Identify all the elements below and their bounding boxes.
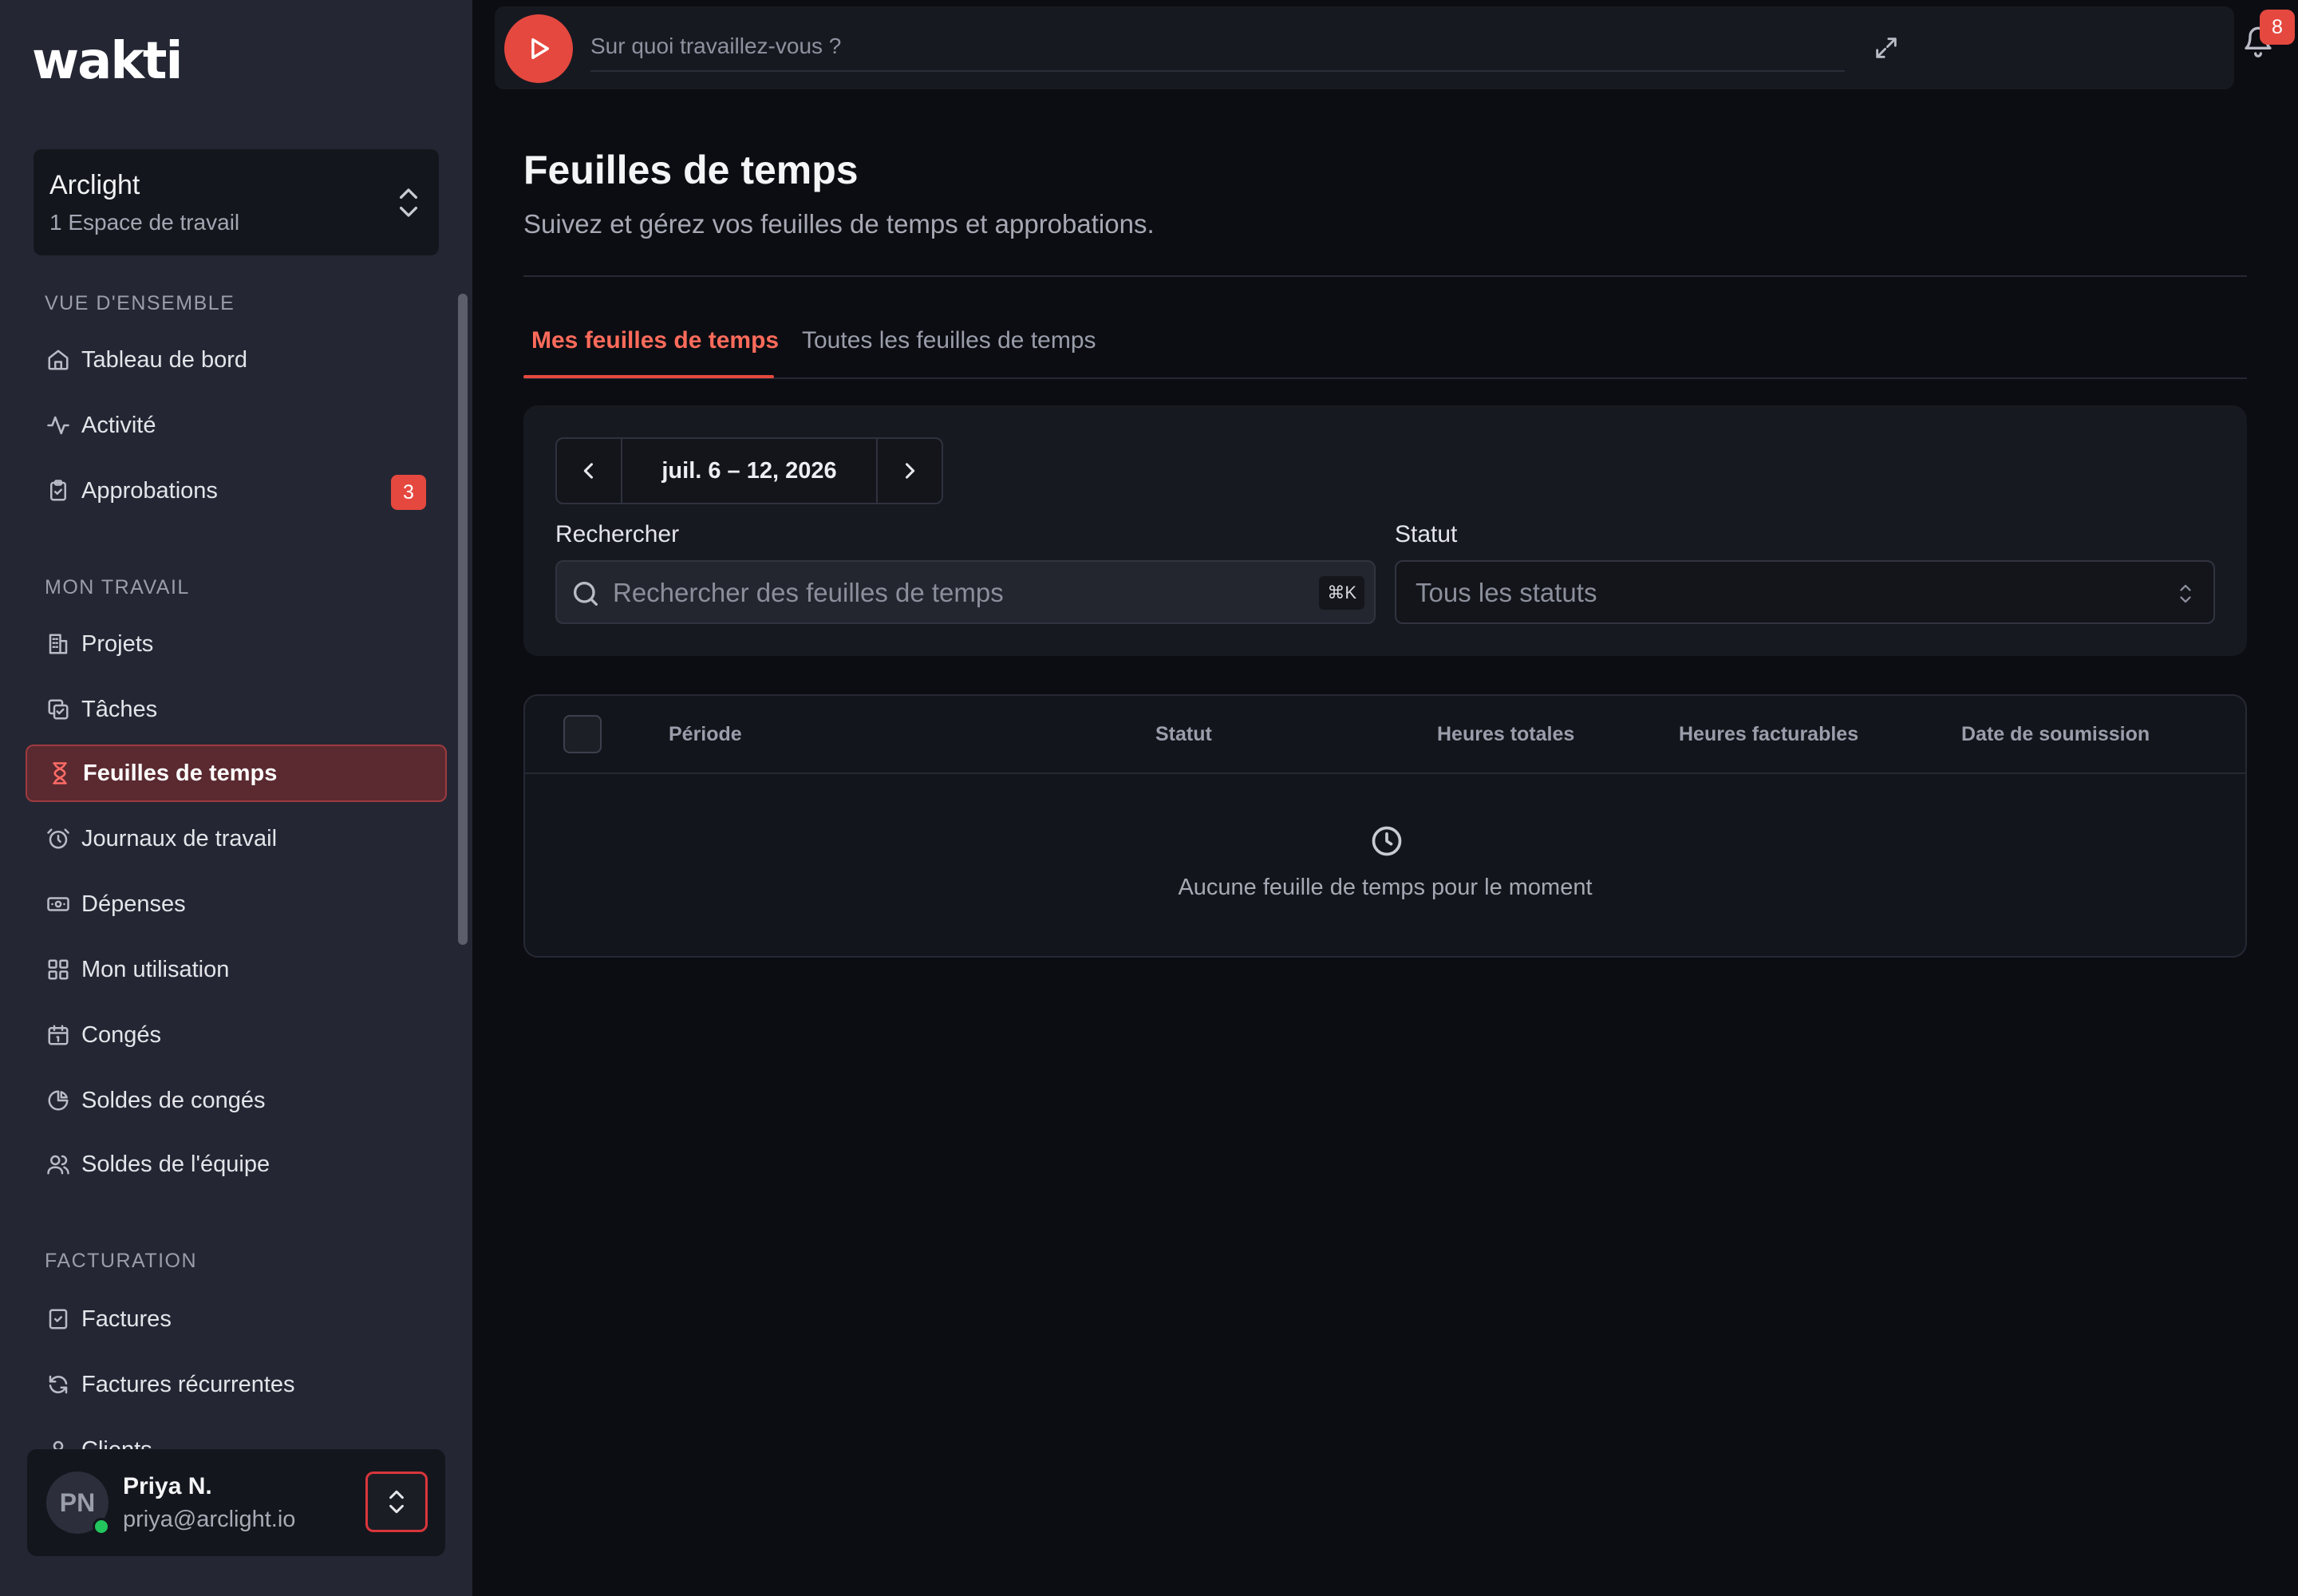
hourglass-icon: [46, 760, 73, 787]
status-label: Statut: [1395, 521, 1458, 547]
workspace-subtitle: 1 Espace de travail: [49, 210, 240, 235]
clock-icon: [1372, 826, 1402, 856]
timesheets-table: Période Statut Heures totales Heures fac…: [523, 694, 2247, 958]
sidebar-item-label: Soldes de congés: [81, 1087, 266, 1113]
column-header-submission-date[interactable]: Date de soumission: [1961, 723, 2150, 746]
status-select-value: Tous les statuts: [1416, 578, 1597, 607]
sidebar-item-label: Projets: [81, 630, 154, 657]
previous-week-button[interactable]: [557, 439, 622, 503]
expand-icon: [1876, 38, 1897, 58]
sidebar: wakti Arclight 1 Espace de travail VUE D…: [0, 0, 472, 1596]
online-status-dot: [93, 1518, 110, 1535]
building-icon: [45, 630, 72, 658]
sidebar-item-activity[interactable]: Activité: [26, 397, 447, 454]
user-card: PN Priya N. priya@arclight.io: [27, 1449, 445, 1556]
copy-check-icon: [45, 696, 72, 723]
app-logo[interactable]: wakti: [32, 32, 183, 91]
date-range-label[interactable]: juil. 6 – 12, 2026: [622, 439, 876, 503]
alarm-clock-icon: [45, 825, 72, 852]
grid-icon: [45, 956, 72, 983]
column-header-total-hours[interactable]: Heures totales: [1437, 723, 1574, 746]
sidebar-item-label: Activité: [81, 412, 156, 438]
column-header-period[interactable]: Période: [669, 723, 742, 746]
sidebar-item-my-usage[interactable]: Mon utilisation: [26, 941, 447, 998]
sidebar-item-dashboard[interactable]: Tableau de bord: [26, 331, 447, 389]
table-header: Période Statut Heures totales Heures fac…: [525, 696, 2245, 774]
page-title: Feuilles de temps: [523, 148, 859, 192]
next-week-button[interactable]: [876, 439, 942, 503]
sidebar-item-label: Approbations: [81, 477, 218, 504]
sidebar-item-label: Tâches: [81, 696, 158, 722]
select-all-checkbox[interactable]: [563, 715, 602, 753]
active-tab-indicator: [523, 375, 774, 378]
timer-bar: [495, 6, 2234, 89]
chevron-left-icon: [583, 463, 594, 479]
sidebar-item-label: Congés: [81, 1021, 161, 1048]
refresh-icon: [45, 1371, 72, 1398]
file-check-icon: [45, 1306, 72, 1333]
page-subtitle: Suivez et gérez vos feuilles de temps et…: [523, 209, 1155, 239]
status-select[interactable]: Tous les statuts: [1395, 560, 2215, 624]
section-label-billing: FACTURATION: [45, 1250, 198, 1272]
sidebar-item-leaves[interactable]: Congés: [26, 1006, 447, 1064]
search-field: ⌘K: [555, 560, 1376, 624]
user-name: Priya N.: [123, 1473, 212, 1499]
sidebar-item-label: Factures récurrentes: [81, 1371, 295, 1397]
sidebar-item-work-logs[interactable]: Journaux de travail: [26, 810, 447, 867]
sidebar-item-projects[interactable]: Projets: [26, 615, 447, 673]
column-header-billable-hours[interactable]: Heures facturables: [1679, 723, 1858, 746]
approvals-count-badge: 3: [391, 475, 426, 510]
sidebar-item-label: Soldes de l'équipe: [81, 1151, 270, 1177]
start-timer-button[interactable]: [504, 14, 573, 83]
sidebar-item-label: Dépenses: [81, 891, 186, 917]
workspace-switcher[interactable]: Arclight 1 Espace de travail: [34, 149, 439, 255]
sidebar-item-label: Journaux de travail: [81, 825, 278, 851]
chevron-up-down-icon: [2180, 584, 2191, 603]
sidebar-item-timesheets[interactable]: Feuilles de temps: [26, 745, 447, 802]
user-email: priya@arclight.io: [123, 1507, 296, 1532]
search-input[interactable]: [613, 570, 1315, 616]
tab-my-timesheets[interactable]: Mes feuilles de temps: [531, 327, 779, 354]
home-icon: [45, 346, 72, 373]
empty-state-message: Aucune feuille de temps pour le moment: [1178, 875, 1593, 900]
sidebar-item-label: Tableau de bord: [81, 346, 247, 373]
banknote-icon: [45, 891, 72, 918]
notification-count-badge: 8: [2260, 10, 2295, 45]
sidebar-item-invoices[interactable]: Factures: [26, 1290, 447, 1348]
activity-icon: [45, 412, 72, 439]
section-label-overview: VUE D'ENSEMBLE: [45, 292, 235, 314]
search-label: Rechercher: [555, 521, 680, 547]
sidebar-item-team-balances[interactable]: Soldes de l'équipe: [26, 1136, 447, 1193]
sidebar-item-label: Feuilles de temps: [83, 760, 278, 786]
chevron-up-down-icon: [389, 1490, 404, 1514]
column-header-status[interactable]: Statut: [1155, 723, 1212, 746]
tabs-baseline: [523, 377, 2247, 379]
task-description-input[interactable]: [590, 22, 1845, 72]
search-icon: [574, 582, 598, 606]
users-icon: [45, 1151, 72, 1178]
search-shortcut-hint: ⌘K: [1319, 576, 1364, 610]
header-divider: [523, 275, 2247, 277]
section-label-my-work: MON TRAVAIL: [45, 576, 190, 598]
sidebar-item-leave-balances[interactable]: Soldes de congés: [26, 1072, 447, 1129]
date-range-navigator: juil. 6 – 12, 2026: [555, 437, 943, 504]
chevron-up-down-icon: [400, 188, 417, 217]
sidebar-item-tasks[interactable]: Tâches: [26, 681, 447, 738]
play-icon: [531, 38, 550, 60]
user-menu-button[interactable]: [365, 1472, 428, 1532]
sidebar-item-label: Factures: [81, 1306, 172, 1332]
tab-all-timesheets[interactable]: Toutes les feuilles de temps: [802, 327, 1096, 354]
expand-button[interactable]: [1869, 30, 1904, 65]
workspace-name: Arclight: [49, 170, 140, 200]
filters-card: juil. 6 – 12, 2026 Rechercher Statut ⌘K …: [523, 405, 2247, 656]
sidebar-item-approvals[interactable]: Approbations 3: [26, 462, 447, 519]
sidebar-item-label: Mon utilisation: [81, 956, 230, 982]
sidebar-item-recurring-invoices[interactable]: Factures récurrentes: [26, 1356, 447, 1413]
sidebar-item-expenses[interactable]: Dépenses: [26, 875, 447, 933]
sidebar-scrollbar[interactable]: [458, 294, 468, 945]
calendar-icon: [45, 1021, 72, 1049]
chevron-right-icon: [905, 463, 915, 479]
pie-chart-icon: [45, 1087, 72, 1114]
clipboard-check-icon: [45, 477, 72, 504]
